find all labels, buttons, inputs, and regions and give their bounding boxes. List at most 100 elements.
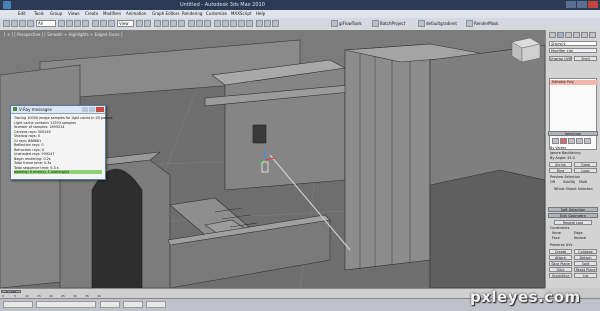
batchproject-label[interactable]: BatchProject [380,21,405,26]
vertex-mode-icon[interactable] [552,138,559,144]
attach-button[interactable]: Attach [549,255,572,260]
preview-off-radio[interactable]: Off [550,180,555,184]
window-close-button[interactable] [96,107,104,112]
redo-icon[interactable] [11,20,18,27]
giflowtools-label[interactable]: giFlowTools [339,21,362,26]
time-slider[interactable]: 0 / 100 [1,290,21,294]
render-production-icon[interactable] [272,20,279,27]
menu-views[interactable]: Views [68,11,80,16]
named-selection-icon[interactable] [188,20,195,27]
select-and-scale-icon[interactable] [108,20,115,27]
select-object-icon[interactable] [58,20,65,27]
defaultgradient-label[interactable]: defaultgradient [426,21,457,26]
viewcube-icon[interactable] [511,37,541,63]
app-logo-icon[interactable] [3,1,11,9]
by-vertex-checkbox[interactable]: By Vertex [550,146,566,150]
vray-messages-window[interactable]: V-Ray messages Tracing 10000 image sampl… [10,105,113,180]
object-name-field[interactable]: Stairs01 [549,41,597,46]
create-tab-icon[interactable] [549,32,556,38]
selection-filter-dropdown[interactable]: All [36,20,56,27]
repeat-last-button[interactable]: Repeat Last [554,220,592,225]
y-coordinate-field[interactable] [123,301,143,308]
select-and-move-icon[interactable] [92,20,99,27]
menu-tools[interactable]: Tools [34,11,44,16]
slice-plane-button[interactable]: Slice Plane [549,261,572,266]
maxscript-listener-field[interactable] [3,301,33,308]
reset-plane-button[interactable]: Reset Plane [574,267,597,272]
split-checkbox[interactable]: Split [574,261,597,266]
slice-button[interactable]: Slice [549,267,572,272]
selection-rollout[interactable]: Selection [548,131,598,136]
constraint-edge-radio[interactable]: Edge [574,231,583,235]
motion-tab-icon[interactable] [573,32,580,38]
by-angle-checkbox[interactable]: By Angle: 45.0 [550,156,575,160]
constraint-face-radio[interactable]: Face [552,236,560,240]
material-editor-icon[interactable] [246,20,253,27]
menu-modifiers[interactable]: Modifiers [103,11,121,16]
window-crossing-icon[interactable] [82,20,89,27]
ring-button[interactable]: Ring [549,168,572,173]
z-coordinate-field[interactable] [146,301,166,308]
grow-button[interactable]: Grow [574,162,597,167]
edge-mode-icon[interactable] [560,138,567,144]
loop-button[interactable]: Loop [574,168,597,173]
reference-coordinate-dropdown[interactable]: View [117,20,134,27]
rendered-frame-window-icon[interactable] [264,20,271,27]
modify-tab-icon[interactable] [557,32,564,38]
render-setup-icon[interactable] [256,20,263,27]
preview-multi-radio[interactable]: Multi [579,180,587,184]
soft-selection-rollout[interactable]: Soft Selection [548,207,598,212]
constraint-none-radio[interactable]: None [552,231,561,235]
preserve-uvs-checkbox[interactable]: Preserve UVs [550,243,572,247]
vray-messages-titlebar[interactable]: V-Ray messages [11,106,105,114]
menu-help[interactable]: Help [256,11,265,16]
spinner-snap-icon[interactable] [178,20,185,27]
maximize-button[interactable] [577,1,587,8]
curve-editor-icon[interactable] [230,20,237,27]
rendermask-icon[interactable] [466,20,473,27]
window-minimize-button[interactable] [82,107,88,112]
menu-create[interactable]: Create [85,11,98,16]
menu-rendering[interactable]: Rendering [182,11,202,16]
align-icon[interactable] [204,20,211,27]
polygon-mode-icon[interactable] [576,138,583,144]
window-maximize-button[interactable] [89,107,95,112]
x-coordinate-field[interactable] [100,301,120,308]
viewport-label[interactable]: [ + ] [ Perspective ] [ Smooth + Highlig… [4,32,122,37]
display-tab-icon[interactable] [581,32,588,38]
collapse-button[interactable]: Collapse [574,249,597,254]
ignore-backfacing-checkbox[interactable]: Ignore Backfacing [550,151,580,155]
minimize-button[interactable] [566,1,576,8]
menu-edit[interactable]: Edit [18,11,26,16]
stack-item-editable-poly[interactable]: Editable Poly [550,80,598,85]
element-mode-icon[interactable] [584,138,591,144]
mirror-icon[interactable] [196,20,203,27]
quickslice-button[interactable]: QuickSlice [549,273,572,278]
constraint-normal-radio[interactable]: Normal [574,236,586,240]
menu-customize[interactable]: Customize [206,11,227,16]
unwrap-uvw-button[interactable]: Unwrap UVW [549,56,572,61]
batchproject-icon[interactable] [372,20,379,27]
giflowtools-icon[interactable] [331,20,338,27]
utilities-tab-icon[interactable] [589,32,596,38]
rendermask-label[interactable]: RenderMask [474,21,499,26]
rectangular-selection-icon[interactable] [74,20,81,27]
hierarchy-tab-icon[interactable] [565,32,572,38]
border-mode-icon[interactable] [568,138,575,144]
graphite-ribbon-icon[interactable] [222,20,229,27]
undo-icon[interactable] [3,20,10,27]
menu-graph-editors[interactable]: Graph Editors [152,11,179,16]
detach-button[interactable]: Detach [574,255,597,260]
link-icon[interactable] [19,20,26,27]
snaps-toggle-icon[interactable] [154,20,161,27]
unlink-icon[interactable] [27,20,34,27]
cut-button[interactable]: Cut [574,273,597,278]
shell-button[interactable]: Shell [574,56,597,61]
edit-geometry-rollout[interactable]: Edit Geometry [548,213,598,218]
select-and-rotate-icon[interactable] [100,20,107,27]
preview-subobj-radio[interactable]: SubObj [563,180,575,184]
schematic-view-icon[interactable] [238,20,245,27]
percent-snap-icon[interactable] [170,20,177,27]
shrink-button[interactable]: Shrink [549,162,572,167]
pivot-center-icon[interactable] [136,20,143,27]
